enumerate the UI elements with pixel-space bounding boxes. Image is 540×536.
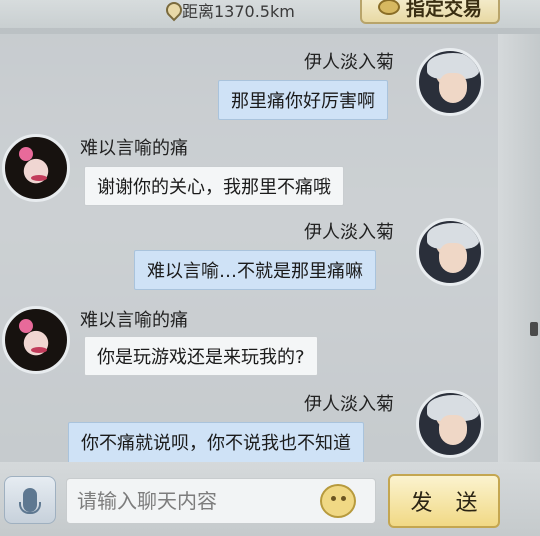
female-avatar[interactable] [2, 306, 70, 374]
chat-input-field[interactable] [77, 489, 317, 513]
location-pin-icon [166, 2, 178, 18]
trade-icon [377, 0, 400, 15]
trade-button[interactable]: 指定交易 [360, 0, 500, 24]
sender-name: 伊人淡入菊 [304, 222, 394, 243]
distance-text: 距离1370.5km [182, 2, 295, 21]
chat-message-list[interactable]: 伊人淡入菊 那里痛你好厉害啊 难以言喻的痛 谢谢你的关心，我那里不痛哦 伊人淡入… [0, 34, 498, 462]
message-bubble: 难以言喻…不就是那里痛嘛 [134, 250, 376, 290]
sender-name: 伊人淡入菊 [304, 394, 394, 415]
message-bubble: 你不痛就说呗，你不说我也不知道 [68, 422, 364, 462]
sender-name: 伊人淡入菊 [304, 52, 394, 73]
distance-display: 距离1370.5km [166, 0, 295, 21]
trade-button-label: 指定交易 [405, 0, 482, 20]
send-button-label: 发 送 [410, 491, 486, 516]
message-bubble: 你是玩游戏还是来玩我的? [84, 336, 318, 376]
voice-input-button[interactable] [4, 476, 56, 524]
microphone-icon [19, 488, 41, 514]
side-panel-edge [498, 34, 540, 462]
emoji-icon[interactable] [320, 484, 356, 518]
sender-name: 难以言喻的痛 [80, 138, 188, 159]
top-bar: 距离1370.5km 指定交易 [0, 0, 540, 28]
sender-name: 难以言喻的痛 [80, 310, 188, 331]
message-bubble: 那里痛你好厉害啊 [218, 80, 388, 120]
message-bubble: 谢谢你的关心，我那里不痛哦 [84, 166, 344, 206]
male-avatar[interactable] [416, 390, 484, 458]
male-avatar[interactable] [416, 48, 484, 116]
send-button[interactable]: 发 送 [388, 474, 500, 528]
male-avatar[interactable] [416, 218, 484, 286]
female-avatar[interactable] [2, 134, 70, 202]
scroll-handle[interactable] [530, 322, 538, 336]
